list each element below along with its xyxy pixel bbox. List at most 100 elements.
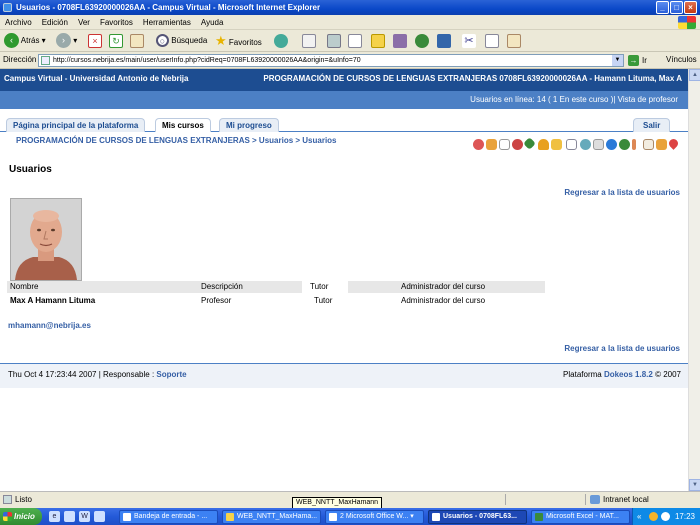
favorites-button[interactable]: ★ Favoritos	[215, 33, 262, 49]
site-name[interactable]: Campus Virtual - Universidad Antonio de …	[4, 69, 188, 89]
group-icon[interactable]	[551, 139, 562, 150]
history-icon[interactable]	[274, 34, 288, 48]
survey-icon[interactable]	[619, 139, 630, 150]
window-title-bar[interactable]: Usuarios - 0708FL63920000026AA - Campus …	[0, 0, 700, 15]
chevron-down-icon[interactable]: ▼	[612, 55, 623, 66]
logout-button[interactable]: Salir	[633, 118, 671, 132]
vertical-scrollbar[interactable]: ▲ ▼	[688, 69, 700, 491]
menu-edicion[interactable]: Edición	[37, 15, 73, 30]
edit-icon[interactable]	[348, 34, 362, 48]
page-content: Campus Virtual - Universidad Antonio de …	[0, 69, 688, 491]
tab-my-progress[interactable]: Mi progreso	[219, 118, 279, 132]
close-button[interactable]: ×	[684, 1, 697, 14]
menu-herramientas[interactable]: Herramientas	[138, 15, 196, 30]
tab-my-courses[interactable]: Mis cursos	[155, 118, 211, 132]
online-users-bar: Usuarios en línea: 14 ( 1 En este curso …	[0, 91, 688, 109]
back-to-users-link-top[interactable]: Regresar a la lista de usuarios	[564, 188, 680, 197]
go-button[interactable]: → Ir	[628, 54, 647, 67]
tray-expand-icon[interactable]: «	[637, 508, 641, 525]
tab-platform-home[interactable]: Página principal de la plataforma	[6, 118, 146, 132]
discuss-icon[interactable]	[371, 34, 385, 48]
system-tray: « 17:23	[632, 508, 700, 525]
menu-bar: Archivo Edición Ver Favoritos Herramientas Ay…	[0, 15, 700, 30]
quicklaunch-word-icon[interactable]: W	[79, 511, 90, 522]
header-tutor: Tutor	[302, 281, 348, 293]
window-title: Usuarios - 0708FL63920000026AA - Campus …	[16, 3, 321, 12]
go-arrow-icon: →	[628, 55, 639, 66]
print-icon[interactable]	[327, 34, 341, 48]
chat-icon[interactable]	[580, 139, 591, 150]
forum-icon[interactable]	[593, 139, 604, 150]
task-folder[interactable]: WEB_NNTT_MaxHama...	[222, 510, 321, 524]
announcement-icon[interactable]	[473, 139, 484, 150]
quiz-icon[interactable]	[512, 139, 523, 150]
address-bar: Dirección http://cursos.nebrija.es/main/…	[0, 52, 700, 69]
menu-favoritos[interactable]: Favoritos	[95, 15, 138, 30]
copy-icon[interactable]	[485, 34, 499, 48]
user-email-link[interactable]: mhamann@nebrija.es	[8, 321, 91, 330]
task-word[interactable]: 2 Microsoft Office W... ▾	[325, 510, 424, 524]
responsable-link[interactable]: Soporte	[156, 370, 186, 379]
scroll-down-icon[interactable]: ▼	[689, 479, 700, 491]
folder-icon	[226, 513, 234, 521]
address-label: Dirección	[3, 55, 37, 64]
forward-button[interactable]: › ▾	[56, 33, 77, 49]
pencil-icon[interactable]	[632, 139, 636, 150]
research-icon[interactable]	[393, 34, 407, 48]
text-color-icon[interactable]	[437, 34, 451, 48]
task-outlook[interactable]: Bandeja de entrada - ...	[119, 510, 218, 524]
page-title: Usuarios	[9, 164, 52, 175]
paste-icon[interactable]	[507, 34, 521, 48]
tray-network-icon[interactable]	[661, 512, 670, 521]
quicklaunch-outlook-icon[interactable]	[94, 511, 105, 522]
notebook-icon[interactable]	[643, 139, 654, 150]
page-icon	[41, 56, 50, 65]
url-text: http://cursos.nebrija.es/main/user/userI…	[53, 57, 361, 64]
link-icon[interactable]	[523, 137, 536, 150]
menu-archivo[interactable]: Archivo	[0, 15, 37, 30]
menu-ver[interactable]: Ver	[73, 15, 95, 30]
quicklaunch-desktop-icon[interactable]	[64, 511, 75, 522]
mail-icon[interactable]	[302, 34, 316, 48]
dokeos-link[interactable]: Dokeos 1.8.2	[604, 370, 653, 379]
back-to-users-link-bottom[interactable]: Regresar a la lista de usuarios	[564, 344, 680, 353]
dropbox-icon[interactable]	[566, 139, 577, 150]
footer-right: Plataforma Dokeos 1.8.2 © 2007	[563, 370, 681, 379]
ie-icon	[3, 3, 12, 12]
intranet-icon	[590, 495, 600, 504]
agenda-icon[interactable]	[486, 139, 497, 150]
cell-tutor: Tutor	[314, 296, 333, 305]
messenger-icon[interactable]	[415, 34, 429, 48]
refresh-icon[interactable]: ↻	[109, 34, 123, 48]
back-button[interactable]: ‹ Atrás ▾	[4, 33, 46, 49]
status-divider	[585, 494, 586, 505]
url-input[interactable]: http://cursos.nebrija.es/main/user/userI…	[38, 54, 624, 67]
clock[interactable]: 17:23	[675, 512, 695, 521]
menu-ayuda[interactable]: Ayuda	[196, 15, 229, 30]
links-button[interactable]: Vínculos	[666, 55, 697, 64]
windows-flag-icon	[3, 512, 12, 521]
scroll-up-icon[interactable]: ▲	[689, 69, 700, 81]
start-button[interactable]: Inicio	[0, 508, 42, 525]
home-icon[interactable]	[130, 34, 144, 48]
excel-icon	[535, 513, 543, 521]
document-icon[interactable]	[499, 139, 510, 150]
maximize-button[interactable]: □	[670, 1, 683, 14]
header-nombre: Nombre	[10, 282, 39, 291]
tray-icon[interactable]	[649, 512, 658, 521]
task-ie-usuarios[interactable]: Usuarios - 0708FL63...	[428, 510, 527, 524]
wiki-icon[interactable]	[656, 139, 667, 150]
search-button[interactable]: ○ Búsqueda	[156, 33, 207, 49]
breadcrumb[interactable]: PROGRAMACIÓN DE CURSOS DE LENGUAS EXTRAN…	[16, 136, 337, 145]
quicklaunch-ie-icon[interactable]: e	[49, 511, 60, 522]
stop-icon[interactable]: ×	[88, 34, 102, 48]
minimize-button[interactable]: _	[656, 1, 669, 14]
user-icon[interactable]	[538, 139, 549, 150]
course-title: PROGRAMACIÓN DE CURSOS DE LENGUAS EXTRAN…	[263, 74, 682, 83]
footer-left: Thu Oct 4 17:23:44 2007 | Responsable : …	[8, 370, 187, 379]
heart-icon[interactable]	[667, 137, 680, 150]
cut-icon[interactable]: ✂	[462, 34, 476, 48]
online-users-text[interactable]: Usuarios en línea: 14 ( 1 En este curso …	[470, 95, 678, 104]
task-excel[interactable]: Microsoft Excel - MAT...	[531, 510, 630, 524]
learnpath-icon[interactable]	[606, 139, 617, 150]
